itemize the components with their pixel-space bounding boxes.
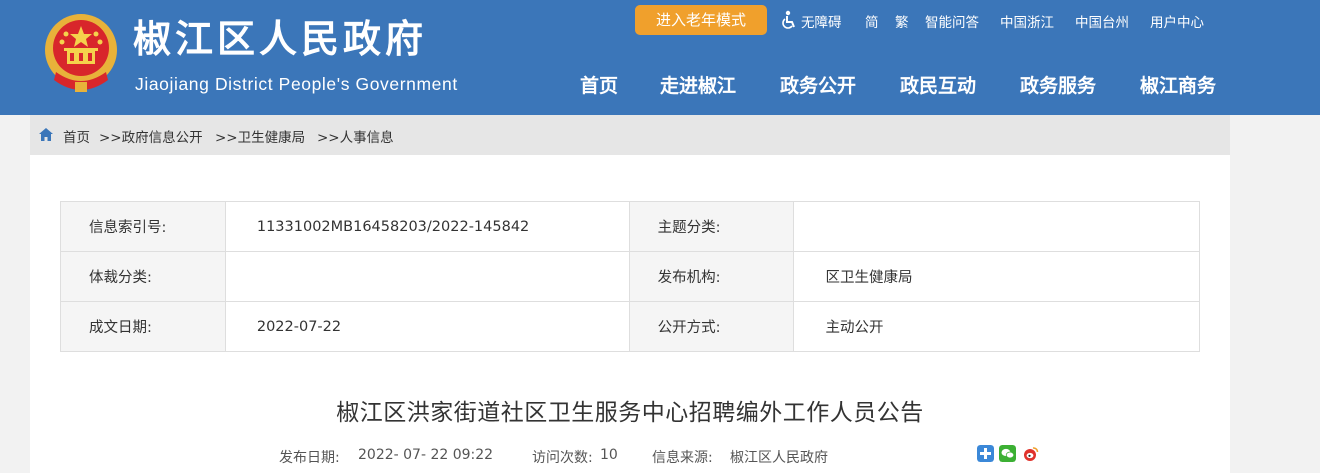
article-title: 椒江区洪家街道社区卫生服务中心招聘编外工作人员公告 [336,400,924,426]
elder-mode-button[interactable]: 进入老年模式 [635,5,767,35]
breadcrumb-home[interactable]: 首页 [63,126,90,146]
breadcrumb-info-open[interactable]: >>政府信息公开 [99,126,203,146]
toplink-user-center[interactable]: 用户中心 [1150,11,1204,31]
date-value: 2022-07-22 [224,301,630,352]
date-label: 成文日期: [60,301,226,352]
toplink-smart-qa[interactable]: 智能问答 [925,11,979,31]
topic-label: 主题分类: [628,201,795,252]
accessibility-icon[interactable] [780,10,798,30]
toplink-zhejiang[interactable]: 中国浙江 [1000,11,1054,31]
visits-label: 访问次数: [532,450,593,466]
national-emblem-icon [45,14,117,92]
open-label: 公开方式: [628,301,795,352]
nav-home[interactable]: 首页 [580,71,618,98]
nav-about-jiaojiang[interactable]: 走进椒江 [660,71,736,98]
source-label: 信息来源: [652,450,713,466]
publish-date-label: 发布日期: [279,450,340,466]
topic-value [793,201,1200,252]
breadcrumb-health-bureau[interactable]: >>卫生健康局 [215,126,305,146]
toplink-taizhou[interactable]: 中国台州 [1075,11,1129,31]
breadcrumb-personnel-info[interactable]: >>人事信息 [317,126,394,146]
content-panel: 信息索引号: 11331002MB16458203/2022-145842 主题… [30,155,1230,473]
table-row: 体裁分类: 发布机构: 区卫生健康局 [60,251,1200,302]
site-subtitle: Jiaojiang District People's Government [135,74,458,94]
nav-interaction[interactable]: 政民互动 [900,71,976,98]
toplink-accessibility[interactable]: 无障碍 [801,11,842,31]
publish-date-value: 2022- 07- 22 09:22 [358,447,494,463]
genre-value [224,251,630,302]
visits-value: 10 [600,447,618,463]
source-value: 椒江区人民政府 [730,450,828,466]
share-plus-icon[interactable] [977,445,994,462]
table-row: 成文日期: 2022-07-22 公开方式: 主动公开 [60,301,1200,352]
weibo-icon[interactable] [1022,445,1039,462]
site-title: 椒江区人民政府 [133,17,428,61]
org-value: 区卫生健康局 [793,251,1200,302]
toplink-simplified[interactable]: 简 [865,11,879,31]
toplink-traditional[interactable]: 繁 [895,11,909,31]
open-value: 主动公开 [793,301,1200,352]
genre-label: 体裁分类: [60,251,226,302]
index-value: 11331002MB16458203/2022-145842 [224,201,630,252]
home-icon [39,128,53,141]
info-table: 信息索引号: 11331002MB16458203/2022-145842 主题… [60,201,1200,352]
table-row: 信息索引号: 11331002MB16458203/2022-145842 主题… [60,201,1200,252]
org-label: 发布机构: [628,251,795,302]
site-header: 椒江区人民政府 Jiaojiang District People's Gove… [0,0,1320,115]
nav-commerce[interactable]: 椒江商务 [1140,71,1216,98]
nav-services[interactable]: 政务服务 [1020,71,1096,98]
wechat-icon[interactable] [999,445,1016,462]
breadcrumb: 首页 >>政府信息公开 >>卫生健康局 >>人事信息 [30,115,1230,155]
index-label: 信息索引号: [60,201,226,252]
nav-government-affairs-open[interactable]: 政务公开 [780,71,856,98]
